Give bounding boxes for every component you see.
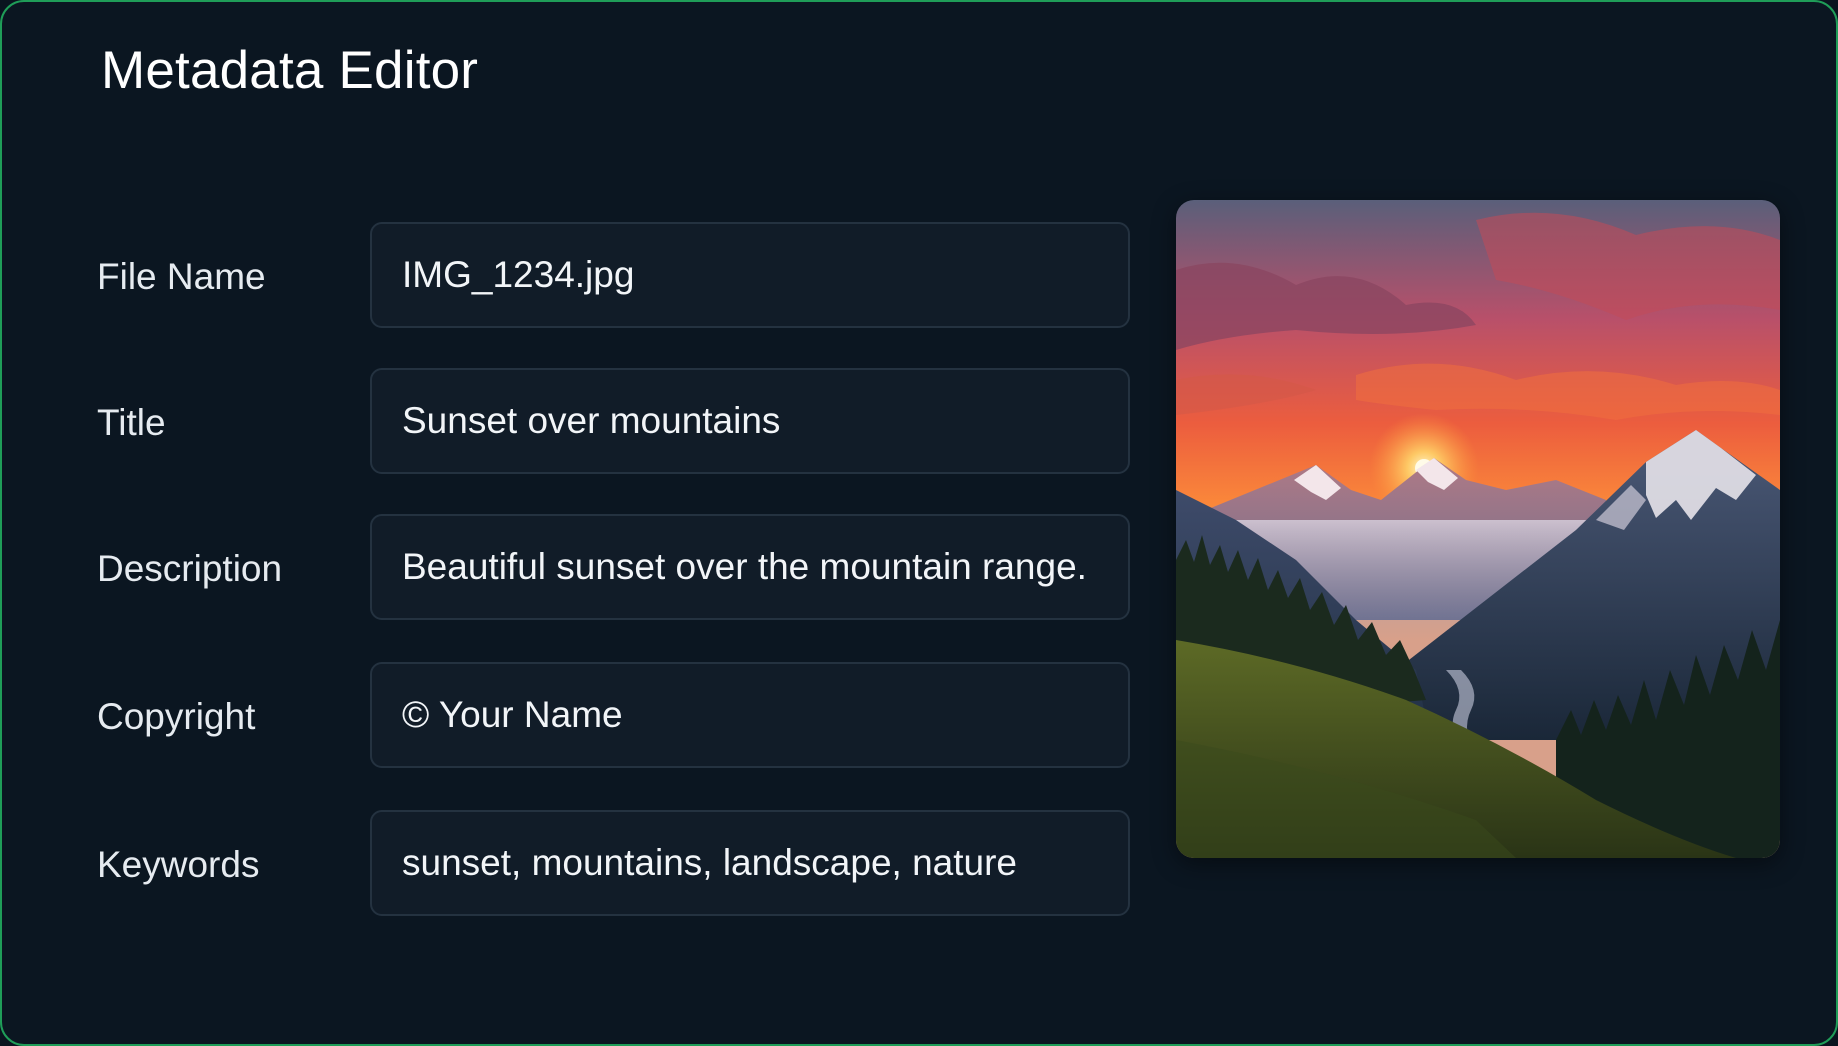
mountain-sunset-image <box>1176 200 1780 858</box>
copyright-label: Copyright <box>97 696 256 737</box>
page-title: Metadata Editor <box>101 41 479 100</box>
file-name-input[interactable] <box>370 222 1130 328</box>
title-input[interactable] <box>370 368 1130 474</box>
description-input[interactable] <box>370 514 1130 620</box>
file-name-label: File Name <box>97 256 266 297</box>
description-label: Description <box>97 548 283 589</box>
copyright-input[interactable] <box>370 662 1130 768</box>
title-label: Title <box>97 402 166 443</box>
keywords-input[interactable] <box>370 810 1130 916</box>
metadata-editor-window: Metadata Editor File Name Title Descript… <box>0 0 1838 1046</box>
image-preview <box>1176 200 1780 858</box>
keywords-label: Keywords <box>97 844 260 885</box>
